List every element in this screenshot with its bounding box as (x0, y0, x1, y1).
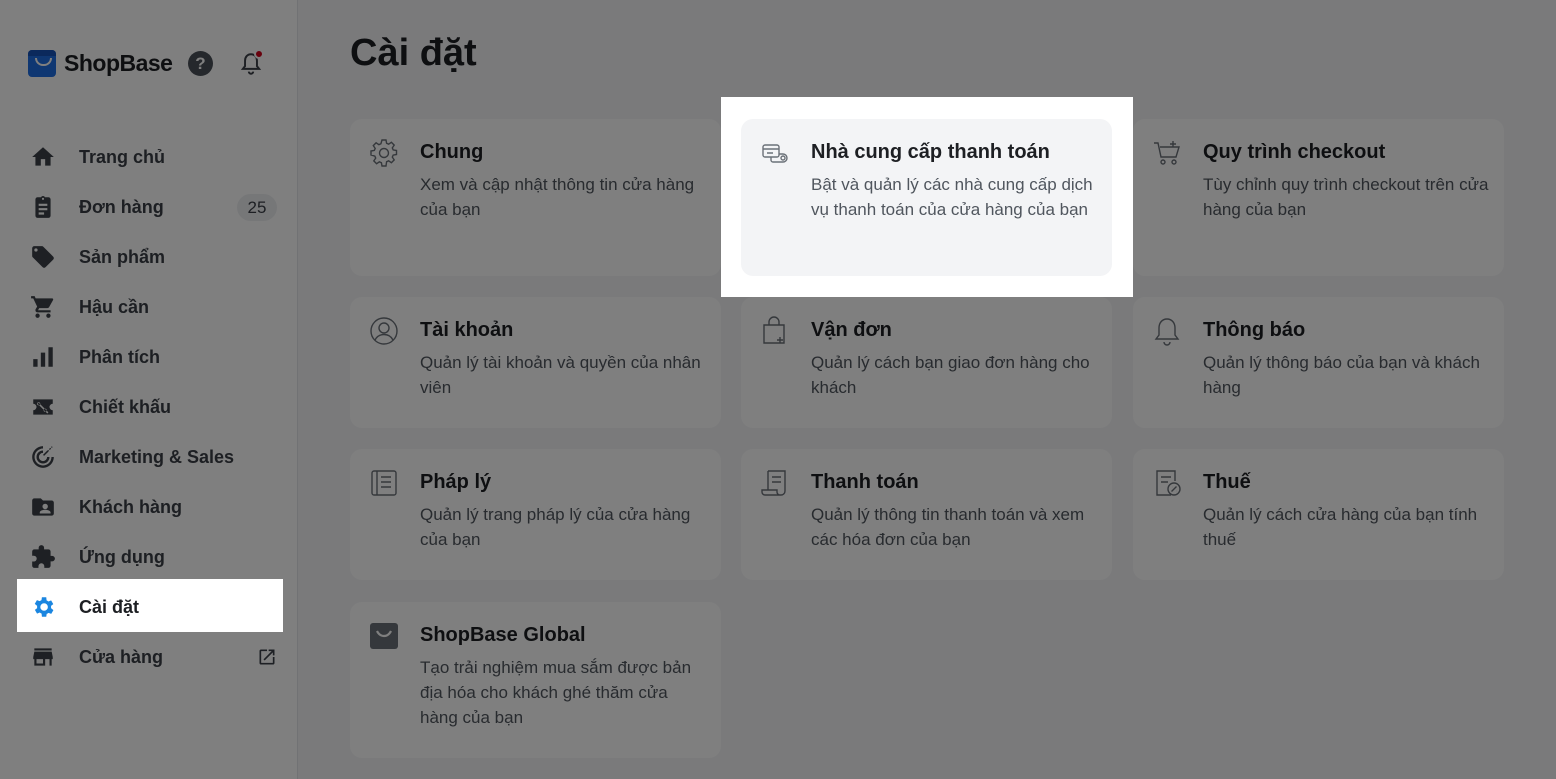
overlay-dim (0, 579, 17, 632)
sidebar-item-label: Cài đặt (79, 596, 140, 617)
card-title: Nhà cung cấp thanh toán (811, 141, 1050, 163)
overlay-dim (283, 579, 298, 632)
gear-icon (29, 593, 57, 621)
overlay-dim (299, 297, 1556, 779)
overlay-dim (299, 97, 721, 297)
overlay-dim (0, 632, 298, 779)
settings-card-payment-providers[interactable]: Nhà cung cấp thanh toán Bật và quản lý c… (741, 119, 1112, 276)
overlay-dim (0, 0, 298, 579)
payment-provider-icon (759, 137, 791, 169)
overlay-dim (299, 0, 1556, 97)
overlay-dim (1133, 97, 1556, 297)
sidebar-item-settings[interactable]: Cài đặt (17, 582, 283, 632)
card-description: Bật và quản lý các nhà cung cấp dịch vụ … (811, 175, 1093, 219)
